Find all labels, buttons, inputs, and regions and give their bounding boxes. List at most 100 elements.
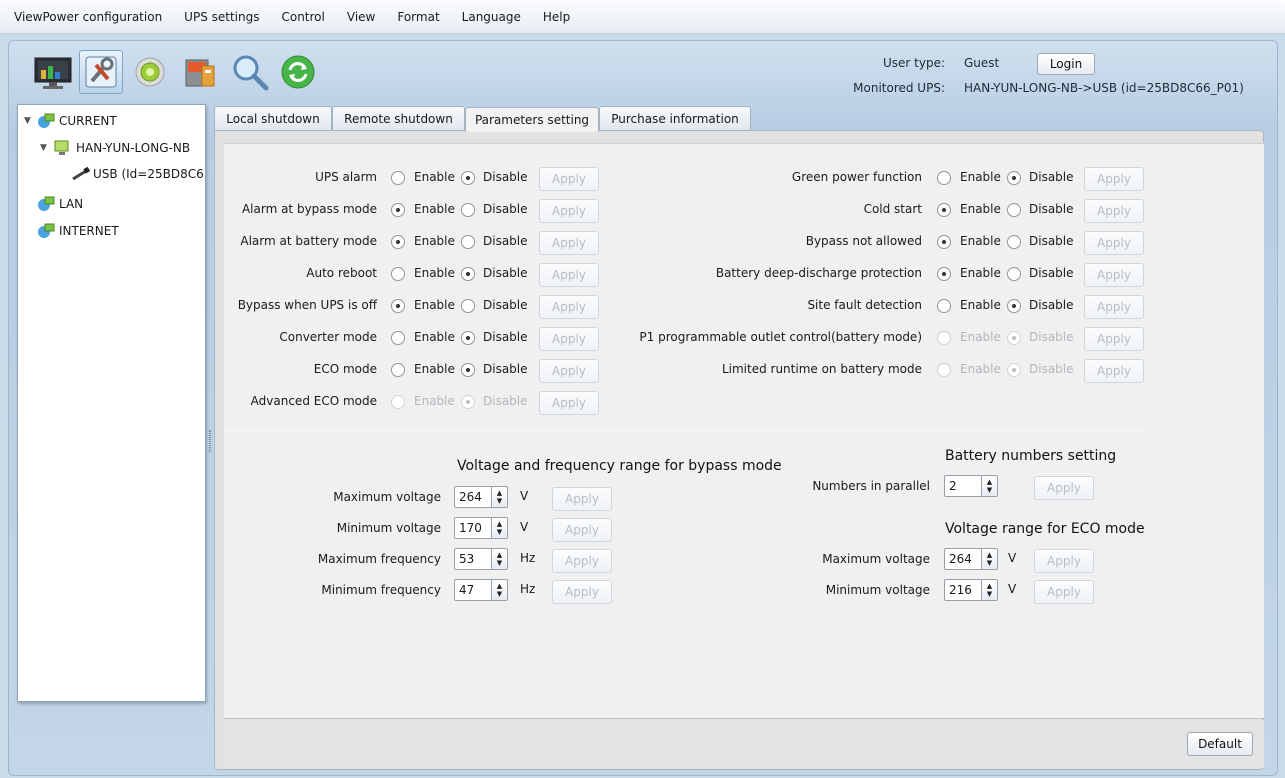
- numbers-in-parallel-spinner[interactable]: 2 ▲ ▼: [944, 475, 998, 497]
- converter-mode-disable-radio[interactable]: [461, 331, 475, 345]
- spinner-arrows-icon[interactable]: ▲ ▼: [492, 579, 508, 601]
- bypass-minimum-frequency-apply-button[interactable]: Apply: [552, 580, 612, 604]
- bypass-minimum-frequency-value[interactable]: 47: [454, 579, 492, 601]
- bypass-maximum-frequency-apply-button[interactable]: Apply: [552, 549, 612, 573]
- auto-reboot-label: Auto reboot: [306, 266, 377, 280]
- eco-minimum-voltage-value[interactable]: 216: [944, 579, 982, 601]
- bypass-not-allowed-disable-radio[interactable]: [1007, 235, 1021, 249]
- site-fault-detection-enable-text: Enable: [960, 298, 1001, 312]
- bypass-minimum-voltage-value[interactable]: 170: [454, 517, 492, 539]
- eco-mode-disable-radio[interactable]: [461, 363, 475, 377]
- menu-format[interactable]: Format: [397, 10, 439, 24]
- limited-runtime-on-battery-mode-apply-button[interactable]: Apply: [1084, 359, 1144, 383]
- expand-arrow-icon[interactable]: ▼: [40, 143, 52, 153]
- p1-programmable-outlet-control-battery-mode-apply-button[interactable]: Apply: [1084, 327, 1144, 351]
- numbers-in-parallel-apply-button[interactable]: Apply: [1034, 476, 1094, 500]
- network-icon: [38, 113, 55, 128]
- auto-reboot-disable-radio[interactable]: [461, 267, 475, 281]
- tab-remote-shutdown[interactable]: Remote shutdown: [332, 106, 465, 130]
- spinner-arrows-icon[interactable]: ▲ ▼: [492, 548, 508, 570]
- eco-minimum-voltage-apply-button[interactable]: Apply: [1034, 580, 1094, 604]
- shutdown-icon[interactable]: [178, 50, 222, 94]
- battery-deep-discharge-protection-apply-button[interactable]: Apply: [1084, 263, 1144, 287]
- converter-mode-enable-radio[interactable]: [391, 331, 405, 345]
- expand-arrow-icon[interactable]: ▼: [24, 116, 36, 126]
- default-button[interactable]: Default: [1187, 732, 1253, 756]
- tab-local-shutdown[interactable]: Local shutdown: [214, 106, 332, 130]
- login-button[interactable]: Login: [1037, 53, 1095, 75]
- spinner-arrows-icon[interactable]: ▲ ▼: [982, 579, 998, 601]
- bypass-not-allowed-enable-radio[interactable]: [937, 235, 951, 249]
- splitter-handle[interactable]: [209, 430, 211, 452]
- eco-minimum-voltage-spinner[interactable]: 216 ▲ ▼: [944, 579, 998, 601]
- tab-purchase-information[interactable]: Purchase information: [599, 106, 751, 130]
- site-fault-detection-apply-button[interactable]: Apply: [1084, 295, 1144, 319]
- ups-alarm-enable-radio[interactable]: [391, 171, 405, 185]
- menu-view[interactable]: View: [347, 10, 375, 24]
- network-icon: [38, 223, 55, 238]
- advanced-eco-mode-apply-button[interactable]: Apply: [539, 391, 599, 415]
- bypass-maximum-frequency-spinner[interactable]: 53 ▲ ▼: [454, 548, 508, 570]
- alarm-at-battery-mode-apply-button[interactable]: Apply: [539, 231, 599, 255]
- battery-deep-discharge-protection-enable-radio[interactable]: [937, 267, 951, 281]
- menu-language[interactable]: Language: [462, 10, 521, 24]
- tab-parameters-setting[interactable]: Parameters setting: [465, 107, 599, 132]
- limited-runtime-on-battery-mode-disable-radio: [1007, 363, 1021, 377]
- auto-reboot-apply-button[interactable]: Apply: [539, 263, 599, 287]
- numbers-in-parallel-label: Numbers in parallel: [812, 479, 930, 493]
- menu-ups-settings[interactable]: UPS settings: [184, 10, 259, 24]
- spinner-arrows-icon[interactable]: ▲ ▼: [492, 517, 508, 539]
- bypass-maximum-frequency-value[interactable]: 53: [454, 548, 492, 570]
- auto-reboot-enable-radio[interactable]: [391, 267, 405, 281]
- configuration-icon[interactable]: [79, 50, 123, 94]
- menu-control[interactable]: Control: [281, 10, 324, 24]
- spinner-arrows-icon[interactable]: ▲ ▼: [982, 475, 998, 497]
- spinner-arrows-icon[interactable]: ▲ ▼: [492, 486, 508, 508]
- cold-start-enable-radio[interactable]: [937, 203, 951, 217]
- green-power-function-apply-button[interactable]: Apply: [1084, 167, 1144, 191]
- refresh-icon[interactable]: [276, 50, 320, 94]
- bypass-minimum-frequency-spinner[interactable]: 47 ▲ ▼: [454, 579, 508, 601]
- tree-node-host[interactable]: ▼ HAN-YUN-LONG-NB: [40, 139, 190, 157]
- numbers-in-parallel-value[interactable]: 2: [944, 475, 982, 497]
- alarm-at-bypass-mode-disable-radio[interactable]: [461, 203, 475, 217]
- eco-maximum-voltage-value[interactable]: 264: [944, 548, 982, 570]
- monitor-icon[interactable]: [31, 50, 75, 94]
- bypass-maximum-voltage-spinner[interactable]: 264 ▲ ▼: [454, 486, 508, 508]
- eco-mode-enable-radio[interactable]: [391, 363, 405, 377]
- bypass-when-ups-is-off-enable-radio[interactable]: [391, 299, 405, 313]
- gear-icon[interactable]: [128, 50, 172, 94]
- spinner-arrows-icon[interactable]: ▲ ▼: [982, 548, 998, 570]
- eco-maximum-voltage-spinner[interactable]: 264 ▲ ▼: [944, 548, 998, 570]
- cold-start-apply-button[interactable]: Apply: [1084, 199, 1144, 223]
- site-fault-detection-enable-radio[interactable]: [937, 299, 951, 313]
- green-power-function-enable-radio[interactable]: [937, 171, 951, 185]
- ups-alarm-apply-button[interactable]: Apply: [539, 167, 599, 191]
- menu-help[interactable]: Help: [543, 10, 570, 24]
- bypass-maximum-voltage-value[interactable]: 264: [454, 486, 492, 508]
- alarm-at-battery-mode-enable-radio[interactable]: [391, 235, 405, 249]
- menu-viewpower-configuration[interactable]: ViewPower configuration: [14, 10, 162, 24]
- eco-mode-apply-button[interactable]: Apply: [539, 359, 599, 383]
- bypass-minimum-voltage-apply-button[interactable]: Apply: [552, 518, 612, 542]
- green-power-function-disable-text: Disable: [1029, 170, 1074, 184]
- battery-deep-discharge-protection-disable-radio[interactable]: [1007, 267, 1021, 281]
- green-power-function-disable-radio[interactable]: [1007, 171, 1021, 185]
- bypass-section-title: Voltage and frequency range for bypass m…: [457, 458, 782, 474]
- alarm-at-bypass-mode-enable-radio[interactable]: [391, 203, 405, 217]
- converter-mode-apply-button[interactable]: Apply: [539, 327, 599, 351]
- ups-alarm-disable-radio[interactable]: [461, 171, 475, 185]
- bypass-when-ups-is-off-apply-button[interactable]: Apply: [539, 295, 599, 319]
- eco-minimum-voltage-label: Minimum voltage: [825, 583, 930, 597]
- bypass-not-allowed-apply-button[interactable]: Apply: [1084, 231, 1144, 255]
- bypass-minimum-voltage-spinner[interactable]: 170 ▲ ▼: [454, 517, 508, 539]
- site-fault-detection-disable-radio[interactable]: [1007, 299, 1021, 313]
- search-icon[interactable]: [228, 50, 272, 94]
- cold-start-disable-radio[interactable]: [1007, 203, 1021, 217]
- bypass-when-ups-is-off-disable-radio[interactable]: [461, 299, 475, 313]
- alarm-at-bypass-mode-apply-button[interactable]: Apply: [539, 199, 599, 223]
- bypass-maximum-voltage-apply-button[interactable]: Apply: [552, 487, 612, 511]
- eco-maximum-voltage-apply-button[interactable]: Apply: [1034, 549, 1094, 573]
- alarm-at-battery-mode-disable-radio[interactable]: [461, 235, 475, 249]
- tree-node-current[interactable]: ▼ CURRENT: [24, 112, 117, 130]
